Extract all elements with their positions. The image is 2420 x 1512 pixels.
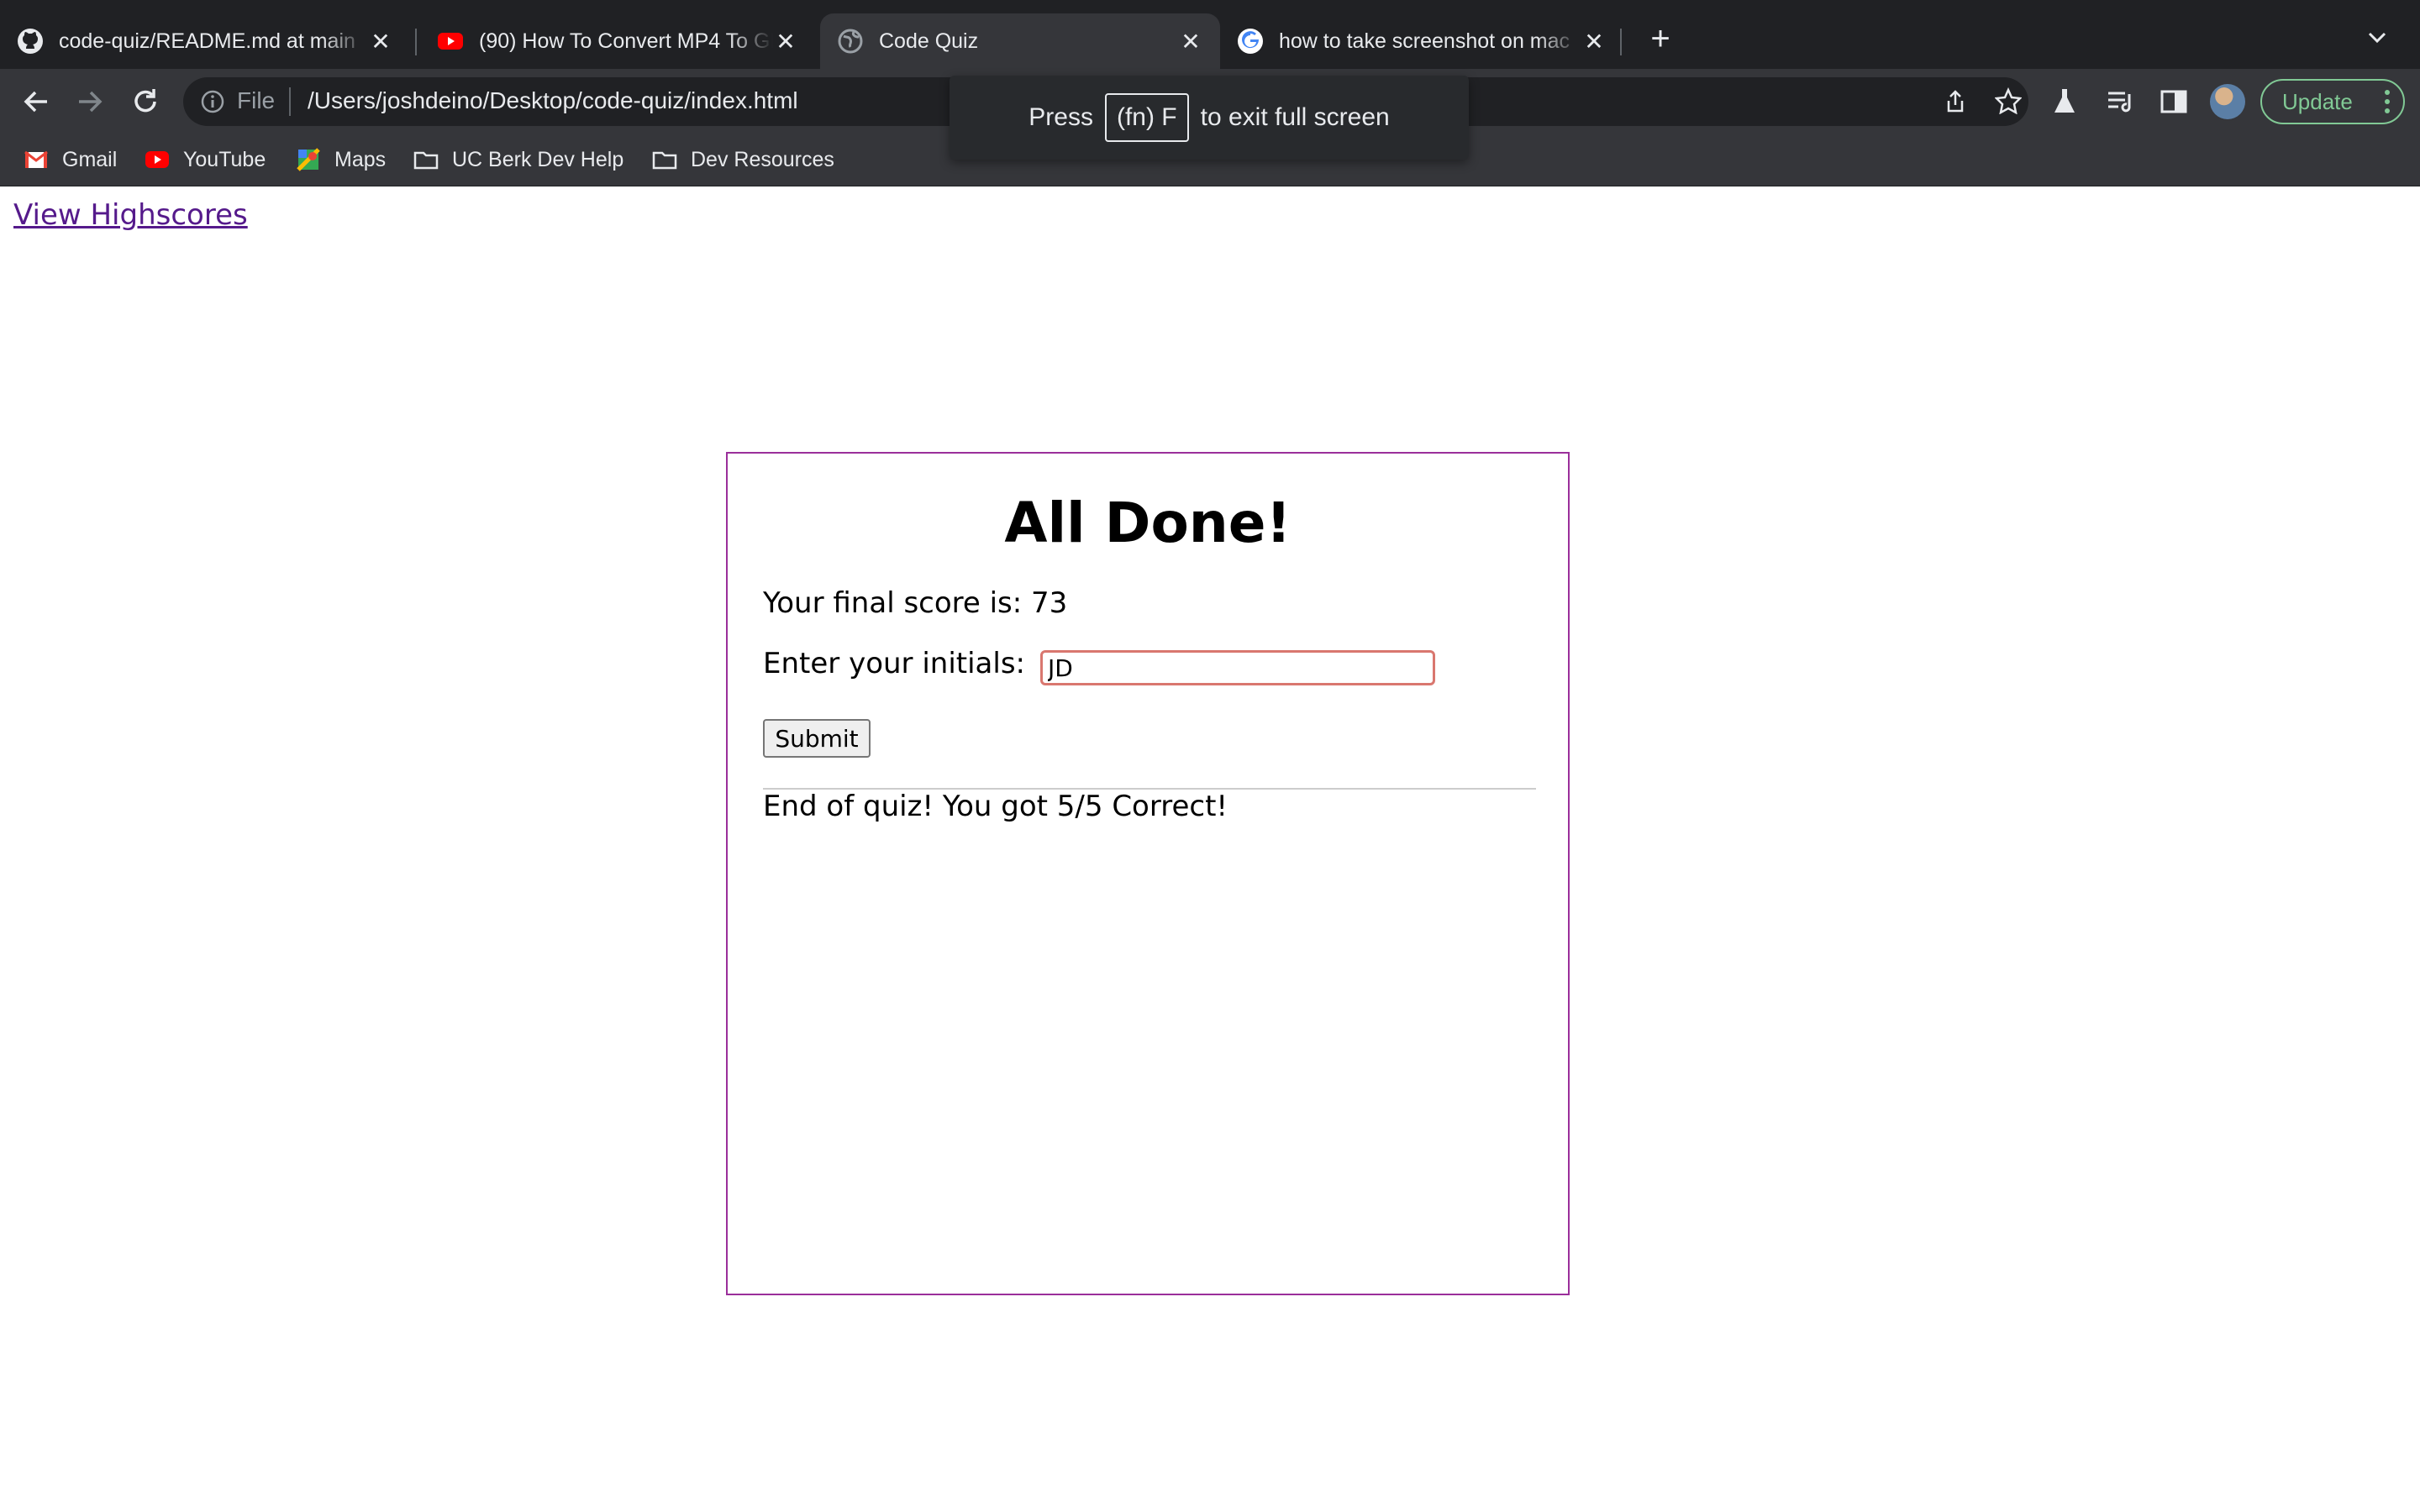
bookmark-maps[interactable]: Maps: [296, 144, 386, 175]
share-icon[interactable]: [1943, 89, 1968, 114]
bookmark-gmail[interactable]: Gmail: [24, 144, 117, 175]
quiz-title: All Done!: [1004, 491, 1292, 555]
initials-label: Enter your initials:: [763, 647, 1025, 680]
quiz-container: All Done! Your final score is: 73 Enter …: [726, 452, 1570, 1295]
tab-title: how to take screenshot on mac: [1279, 29, 1570, 53]
more-vert-icon: [2385, 90, 2390, 113]
google-icon: [1238, 29, 1263, 54]
omnibox-divider: [289, 87, 291, 116]
globe-icon: [838, 29, 863, 54]
toast-prefix: Press: [1028, 103, 1093, 131]
update-button[interactable]: Update: [2260, 79, 2405, 124]
star-icon[interactable]: [1995, 87, 2022, 114]
youtube-icon: [438, 33, 463, 50]
bookmark-label: Dev Resources: [691, 147, 834, 171]
bookmark-label: Gmail: [62, 147, 118, 171]
submit-button[interactable]: Submit: [763, 719, 871, 758]
youtube-icon: [145, 151, 169, 168]
chevron-down-icon[interactable]: [2365, 25, 2390, 50]
profile-avatar[interactable]: [2210, 84, 2245, 119]
view-highscores-link[interactable]: View Highscores: [13, 198, 248, 232]
bookmark-folder-dev-resources[interactable]: Dev Resources: [652, 144, 834, 175]
close-icon[interactable]: ✕: [1581, 28, 1607, 55]
tab-title: code-quiz/README.md at main: [59, 29, 355, 53]
bookmark-youtube[interactable]: YouTube: [145, 144, 266, 175]
url-scheme-label: File: [237, 87, 276, 113]
tab-github-readme[interactable]: code-quiz/README.md at main ✕: [0, 13, 410, 69]
page-content: View Highscores All Done! Your final sco…: [0, 186, 2420, 1512]
tab-youtube-video[interactable]: (90) How To Convert MP4 To GIF ✕: [420, 13, 815, 69]
new-tab-button[interactable]: +: [1642, 20, 1679, 57]
final-score-text: Your final score is: 73: [763, 586, 1068, 620]
toast-suffix: to exit full screen: [1200, 103, 1390, 131]
maps-icon: [297, 148, 320, 171]
info-icon[interactable]: [200, 89, 225, 114]
url-text[interactable]: /Users/joshdeino/Desktop/code-quiz/index…: [308, 87, 798, 114]
gmail-icon: [24, 150, 48, 168]
forward-arrow-icon[interactable]: [72, 84, 108, 119]
back-arrow-icon[interactable]: [18, 84, 54, 119]
fullscreen-exit-toast: Press (fn) F to exit full screen: [950, 76, 1469, 160]
labs-flask-icon[interactable]: [2049, 86, 2081, 118]
bookmark-label: Maps: [334, 147, 387, 171]
folder-icon: [413, 151, 439, 170]
reading-list-icon[interactable]: [2104, 86, 2136, 118]
tab-code-quiz[interactable]: Code Quiz ✕: [820, 13, 1220, 69]
close-icon[interactable]: ✕: [368, 28, 393, 55]
bookmark-label: UC Berk Dev Help: [452, 147, 624, 171]
result-message: End of quiz! You got 5/5 Correct!: [763, 790, 1228, 823]
close-icon[interactable]: ✕: [1178, 28, 1203, 55]
tab-title: Code Quiz: [879, 29, 979, 53]
close-icon[interactable]: ✕: [773, 28, 798, 55]
toast-key: (fn) F: [1104, 93, 1189, 142]
reload-icon[interactable]: [128, 84, 163, 119]
tab-separator: [415, 29, 417, 55]
tab-title: (90) How To Convert MP4 To GIF: [479, 29, 773, 53]
tab-separator: [1620, 29, 1622, 55]
update-label: Update: [2282, 89, 2353, 114]
tab-strip: code-quiz/README.md at main ✕ (90) How T…: [0, 0, 2420, 69]
folder-icon: [652, 151, 677, 170]
bookmark-label: YouTube: [183, 147, 266, 171]
bookmark-folder-uc-berk[interactable]: UC Berk Dev Help: [413, 144, 623, 175]
initials-input[interactable]: [1040, 650, 1435, 685]
github-icon: [18, 29, 43, 54]
side-panel-icon[interactable]: [2158, 86, 2190, 118]
tab-google-search[interactable]: how to take screenshot on mac ✕: [1220, 13, 1623, 69]
